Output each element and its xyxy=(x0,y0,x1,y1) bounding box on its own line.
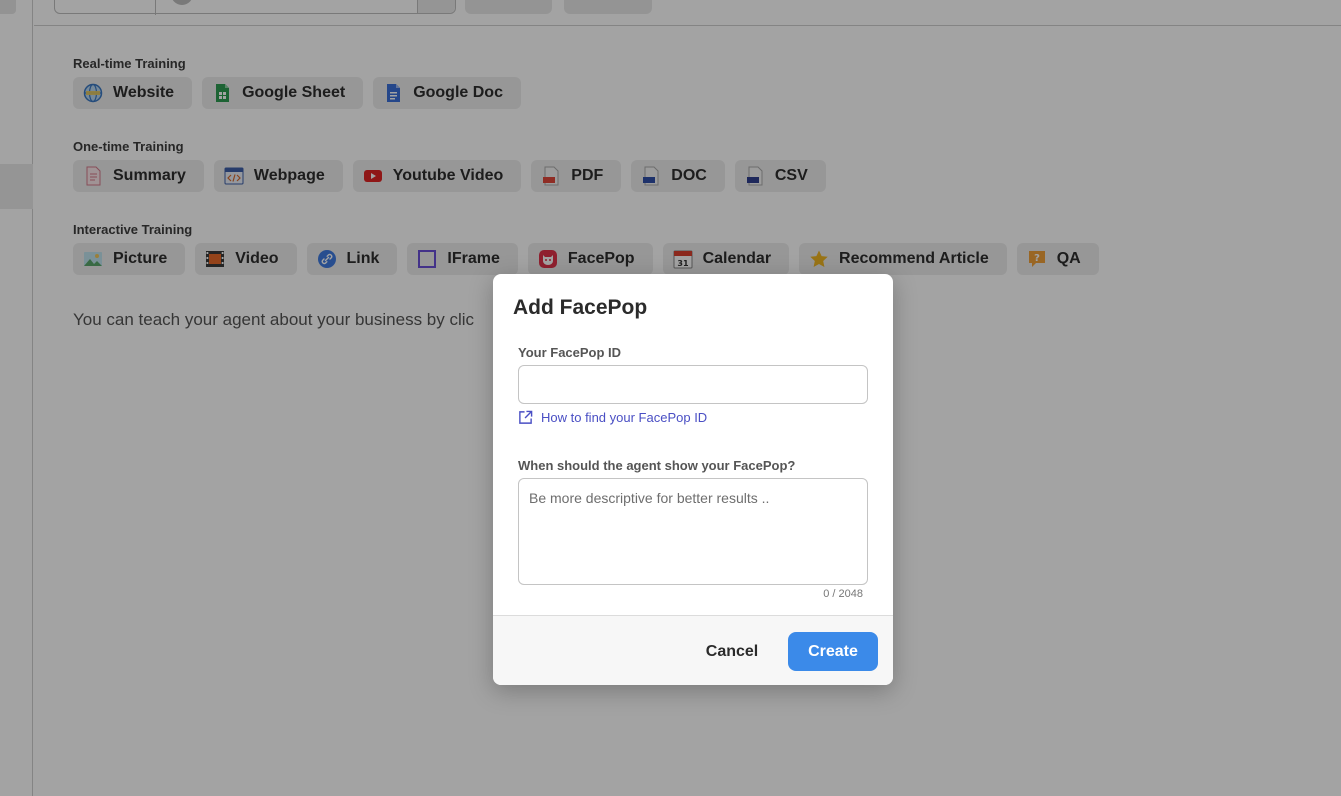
external-link-icon xyxy=(519,410,533,424)
add-facepop-dialog: Add FacePop Your FacePop ID How to find … xyxy=(493,274,893,685)
create-button[interactable]: Create xyxy=(788,632,878,671)
find-facepop-id-link[interactable]: How to find your FacePop ID xyxy=(518,410,707,425)
dialog-title: Add FacePop xyxy=(513,296,648,319)
when-show-textarea[interactable] xyxy=(518,478,868,585)
cancel-button[interactable]: Cancel xyxy=(692,632,772,671)
facepop-id-label: Your FacePop ID xyxy=(518,345,622,360)
when-show-label: When should the agent show your FacePop? xyxy=(518,458,796,473)
facepop-id-input[interactable] xyxy=(518,365,868,404)
character-counter: 0 / 2048 xyxy=(823,588,863,600)
dialog-footer: Cancel Create xyxy=(493,615,893,685)
help-link-label: How to find your FacePop ID xyxy=(541,410,708,425)
